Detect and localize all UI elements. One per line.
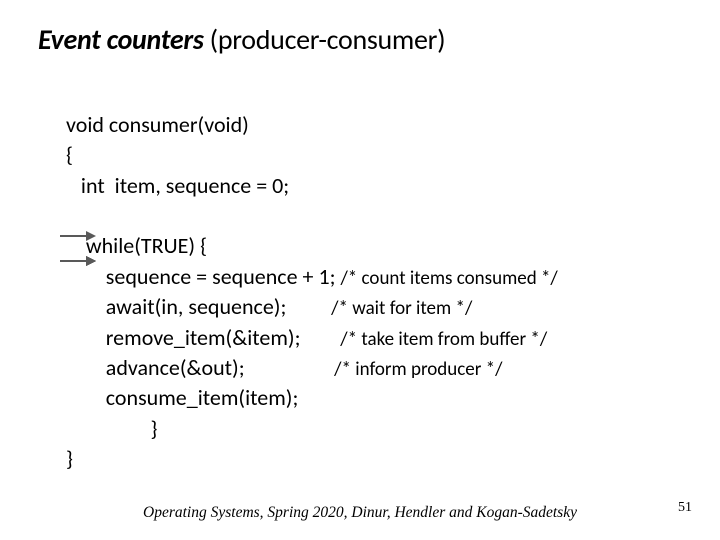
slide-title: Event counters (producer-consumer) xyxy=(38,22,445,57)
code-line: void consumer(void) xyxy=(66,111,249,138)
code-line: remove_item(&item); xyxy=(66,324,340,351)
code-comment: /* inform producer */ xyxy=(334,358,502,381)
code-line: sequence = sequence + 1; xyxy=(66,263,340,290)
code-line: await(in, sequence); xyxy=(66,293,331,320)
code-comment: /* take item from buffer */ xyxy=(340,328,547,351)
code-line: { xyxy=(66,141,73,168)
code-line: } xyxy=(66,445,73,472)
arrow-stack xyxy=(60,232,96,257)
code-line: consume_item(item); xyxy=(66,384,298,411)
title-main: Event counters xyxy=(38,22,204,57)
code-line: advance(&out); xyxy=(66,354,334,381)
code-line: } xyxy=(66,415,157,442)
code-block: void consumer(void) { int item, sequence… xyxy=(66,110,558,474)
page-number: 51 xyxy=(678,500,692,516)
code-comment: /* count items consumed */ xyxy=(340,267,557,290)
code-comment: /* wait for item */ xyxy=(331,297,472,320)
slide: Event counters (producer-consumer) void … xyxy=(0,0,720,540)
title-sub: (producer-consumer) xyxy=(204,22,446,57)
footer-text: Operating Systems, Spring 2020, Dinur, H… xyxy=(0,504,720,522)
code-line: int item, sequence = 0; xyxy=(66,172,289,199)
